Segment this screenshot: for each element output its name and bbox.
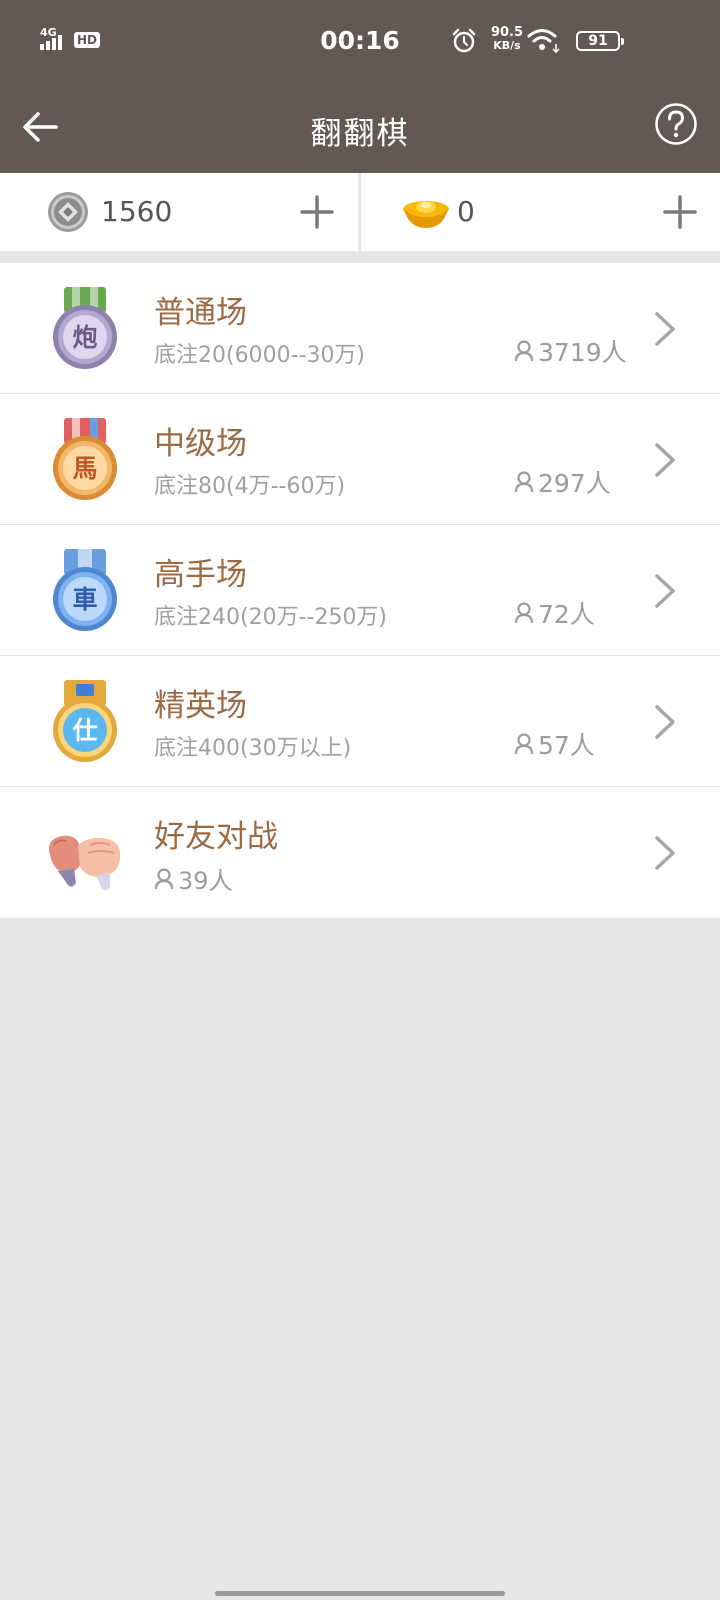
chevron-right-icon [655, 443, 675, 477]
person-icon [514, 340, 534, 362]
fist-bump-icon [49, 835, 121, 891]
silver-coin-icon [48, 192, 88, 232]
room-stake: 底注20(6000--30万) [154, 343, 366, 368]
room-stake: 底注80(4万--60万) [154, 474, 346, 499]
player-count-text: 72人 [538, 600, 595, 629]
svg-text:馬: 馬 [72, 454, 97, 483]
net-speed-value: 90.5 [490, 25, 524, 40]
svg-text:仕: 仕 [71, 716, 97, 745]
friend-player-count: 39人 [154, 861, 233, 896]
room-stake: 底注400(30万以上) [154, 736, 352, 761]
battery-indicator: 91 [576, 31, 624, 51]
person-icon [154, 867, 174, 889]
cannon-medal-icon: 炮 [53, 287, 117, 369]
horse-medal-icon: 馬 [53, 418, 117, 500]
ingots-value: 0 [457, 195, 475, 228]
currency-bar: 1560 0 [0, 173, 720, 251]
room-row-expert[interactable]: 車 高手场 底注240(20万--250万) 72人 [0, 525, 720, 656]
person-icon [514, 733, 534, 755]
room-row-elite[interactable]: 仕 精英场 底注400(30万以上) 57人 [0, 656, 720, 787]
room-player-count: 3719人 [514, 333, 627, 369]
add-coins-button[interactable] [300, 195, 334, 229]
app-bar: 翻翻棋 [0, 82, 720, 173]
status-bar: 4G HD 00:16 90.5 KB/s 91 [0, 0, 720, 82]
room-row-normal[interactable]: 炮 普通场 底注20(6000--30万) 3719人 [0, 263, 720, 394]
wifi-icon [527, 29, 560, 54]
svg-text:炮: 炮 [72, 323, 97, 352]
gold-ingot-icon [403, 201, 449, 228]
chariot-medal-icon: 車 [53, 549, 117, 631]
room-stake: 底注240(20万--250万) [154, 605, 388, 630]
chevron-right-icon [655, 312, 675, 346]
friend-battle-row[interactable]: 好友对战 39人 [0, 787, 720, 918]
room-player-count: 57人 [514, 726, 595, 762]
chevron-right-icon [655, 574, 675, 608]
ingots-section: 0 [361, 173, 720, 251]
net-speed-unit: KB/s [493, 39, 521, 52]
help-icon[interactable] [654, 102, 698, 146]
person-icon [514, 602, 534, 624]
add-ingots-button[interactable] [663, 195, 697, 229]
room-player-count: 72人 [514, 595, 595, 631]
advisor-medal-icon: 仕 [53, 680, 117, 762]
page-title: 翻翻棋 [310, 116, 410, 152]
svg-text:車: 車 [72, 585, 97, 614]
player-count-text: 297人 [538, 469, 611, 498]
coins-section: 1560 [0, 173, 358, 251]
room-title: 高手场 [154, 557, 247, 593]
player-count-text: 3719人 [538, 338, 627, 367]
net-speed: 90.5 KB/s [490, 26, 524, 52]
section-divider [0, 251, 720, 263]
room-list: 炮 普通场 底注20(6000--30万) 3719人 馬 中级场 底注80(4… [0, 263, 720, 918]
room-row-intermediate[interactable]: 馬 中级场 底注80(4万--60万) 297人 [0, 394, 720, 525]
room-title: 中级场 [154, 426, 247, 462]
home-indicator[interactable] [215, 1591, 505, 1596]
friend-battle-title: 好友对战 [154, 819, 278, 855]
room-player-count: 297人 [514, 464, 611, 500]
coins-value: 1560 [101, 195, 173, 228]
room-title: 精英场 [154, 688, 247, 724]
person-icon [514, 471, 534, 493]
player-count-text: 57人 [538, 731, 595, 760]
player-count-text: 39人 [178, 867, 233, 895]
alarm-icon [452, 28, 476, 53]
room-title: 普通场 [154, 295, 247, 331]
chevron-right-icon [655, 705, 675, 739]
chevron-right-icon [655, 836, 675, 870]
